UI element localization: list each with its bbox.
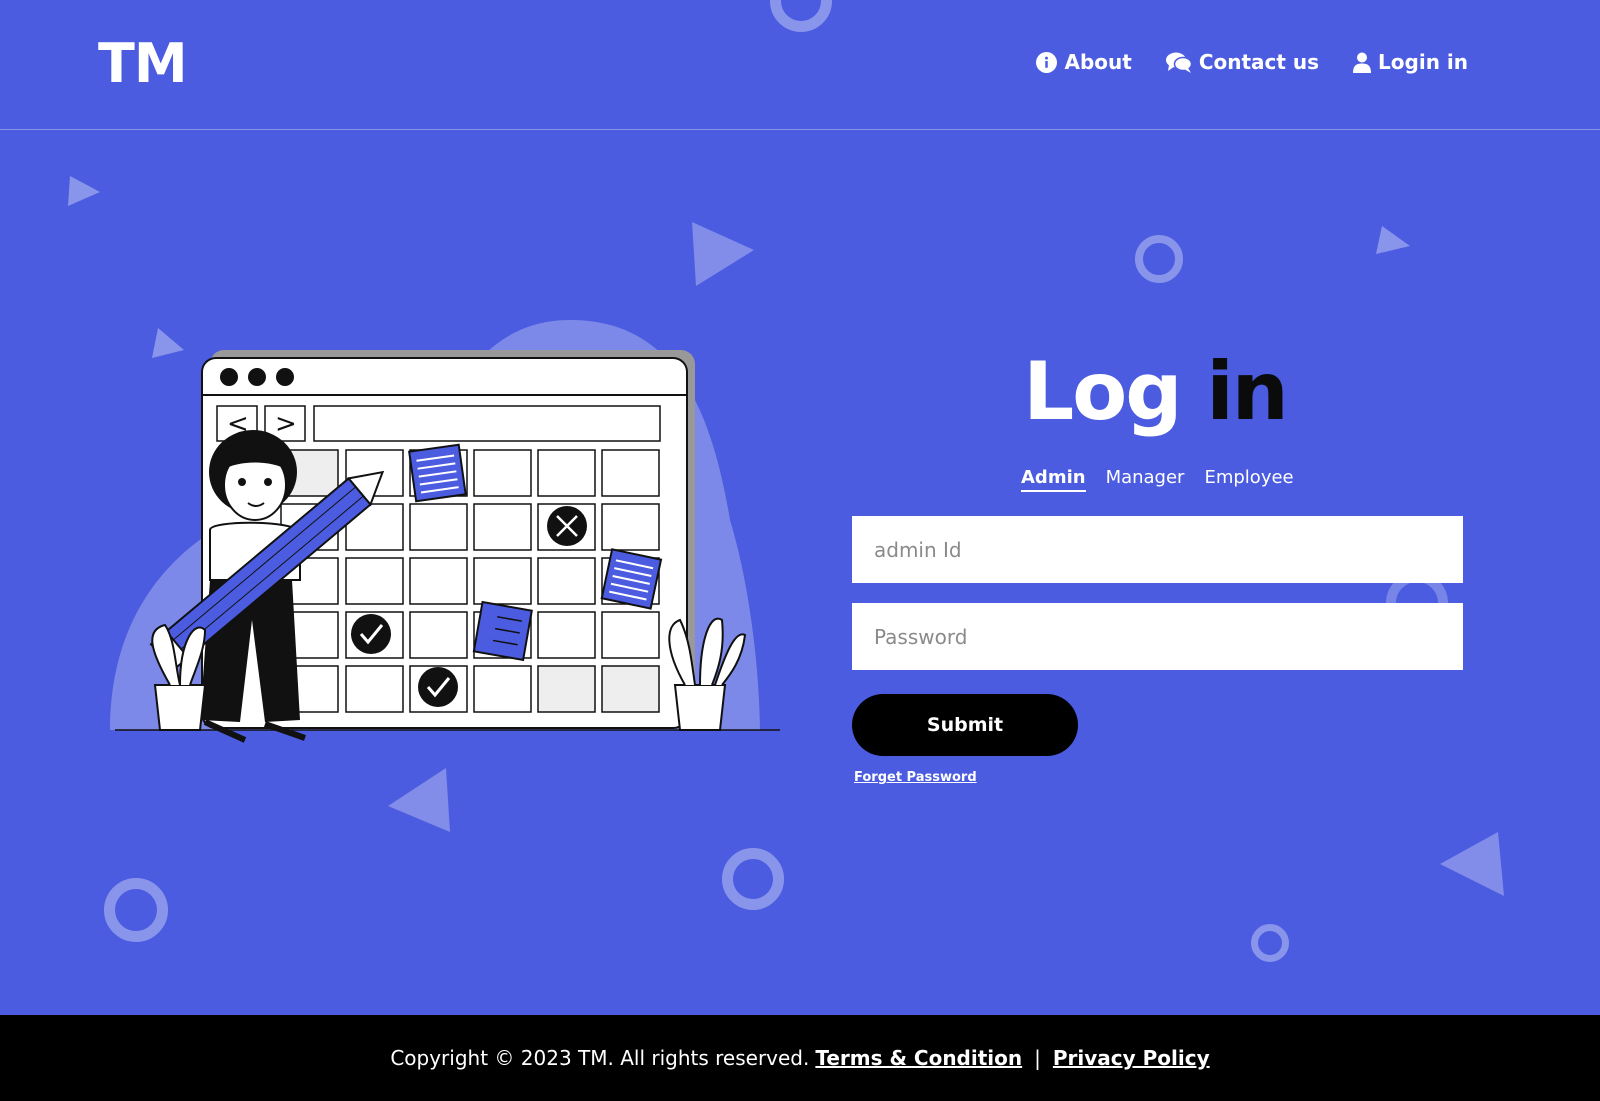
top-navbar: TM About Contact us Login in	[0, 0, 1600, 130]
terms-link[interactable]: Terms & Condition	[815, 1046, 1022, 1070]
tab-manager[interactable]: Manager	[1106, 467, 1185, 492]
page-title: Log in	[0, 352, 1600, 432]
decor-triangle	[388, 768, 450, 832]
copyright-text: Copyright © 2023 TM. All rights reserved…	[390, 1046, 810, 1070]
footer: Copyright © 2023 TM. All rights reserved…	[0, 1015, 1600, 1101]
decor-ring	[1135, 235, 1183, 283]
nav-contact-label: Contact us	[1198, 50, 1320, 74]
info-circle-icon	[1036, 51, 1058, 73]
footer-separator: |	[1034, 1046, 1041, 1070]
decor-triangle	[692, 222, 754, 286]
comments-icon	[1165, 52, 1192, 73]
nav-contact[interactable]: Contact us	[1165, 50, 1320, 74]
privacy-link[interactable]: Privacy Policy	[1053, 1046, 1210, 1070]
page-title-part2: in	[1206, 345, 1288, 438]
page-title-part1: Log	[1023, 345, 1182, 438]
user-icon	[1353, 52, 1372, 73]
nav-about-label: About	[1064, 50, 1132, 74]
decor-ring	[1251, 924, 1289, 962]
nav-about[interactable]: About	[1036, 50, 1132, 74]
submit-button[interactable]: Submit	[852, 694, 1078, 756]
forget-password-link[interactable]: Forget Password	[854, 770, 977, 785]
main-nav: About Contact us Login in	[1036, 50, 1468, 74]
role-tabs: Admin Manager Employee	[1021, 467, 1294, 492]
decor-triangle	[1440, 832, 1504, 896]
admin-id-input[interactable]	[852, 516, 1463, 583]
password-input[interactable]	[852, 603, 1463, 670]
decor-triangle	[1376, 226, 1410, 254]
decor-triangle	[68, 176, 100, 206]
nav-login[interactable]: Login in	[1353, 50, 1468, 74]
logo[interactable]: TM	[98, 32, 188, 95]
decor-ring	[722, 848, 784, 910]
nav-login-label: Login in	[1378, 50, 1468, 74]
tab-admin[interactable]: Admin	[1021, 467, 1086, 492]
tab-employee[interactable]: Employee	[1204, 467, 1293, 492]
decor-ring	[104, 878, 168, 942]
